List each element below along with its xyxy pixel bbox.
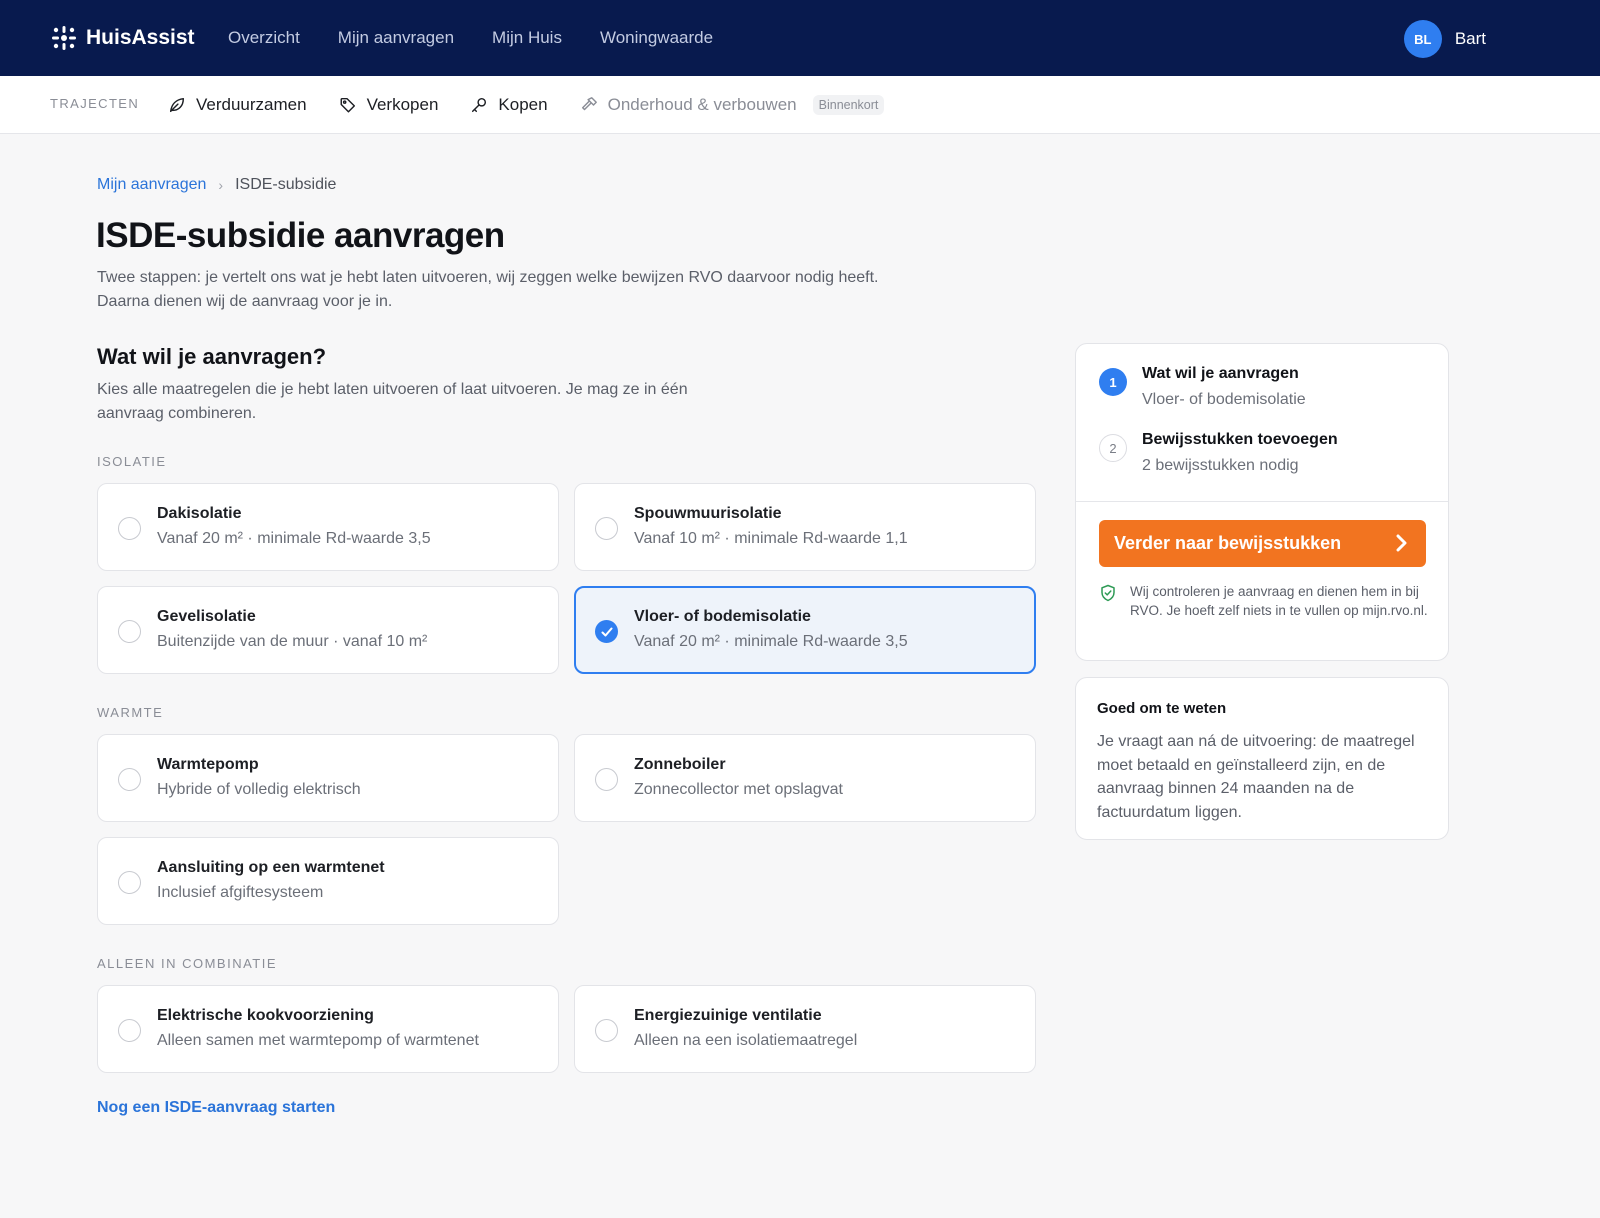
nav-link-mijn-huis[interactable]: Mijn Huis <box>492 28 562 48</box>
restart-request-link[interactable]: Nog een ISDE-aanvraag starten <box>97 1099 335 1117</box>
option-subtitle: Buitenzijde van de muur · vanaf 10 m² <box>157 633 428 650</box>
option-subtitle: Zonnecollector met opslagvat <box>634 781 843 798</box>
step-number: 1 <box>1099 368 1127 396</box>
traject-label: Onderhoud & verbouwen <box>607 95 797 114</box>
user-name: Bart <box>1454 29 1486 48</box>
page-title: ISDE-subsidie aanvragen <box>96 216 505 255</box>
leaf-icon <box>169 97 185 113</box>
option-subtitle: Vanaf 10 m² · minimale Rd-waarde 1,1 <box>634 530 908 547</box>
nav-link-mijn-aanvragen[interactable]: Mijn aanvragen <box>338 28 454 48</box>
option-gevelisolatie[interactable]: Gevelisolatie Buitenzijde van de muur · … <box>97 586 559 674</box>
group-label-isolatie: ISOLATIE <box>97 454 167 469</box>
avatar: BL <box>1403 20 1442 58</box>
section-title: Wat wil je aanvragen? <box>97 344 327 369</box>
checkbox[interactable] <box>118 871 141 894</box>
rvo-note-text: Wij controleren je aanvraag en dienen he… <box>1130 584 1428 618</box>
checkbox[interactable] <box>118 1019 141 1042</box>
option-subtitle: Inclusief afgiftesysteem <box>157 884 324 901</box>
step-subtitle: 2 bewijsstukken nodig <box>1142 457 1299 474</box>
group-label-warmte: WARMTE <box>97 705 164 720</box>
traject-verkopen[interactable]: Verkopen <box>339 95 439 115</box>
option-subtitle: Hybride of volledig elektrisch <box>157 781 361 798</box>
option-spouwmuurisolatie[interactable]: Spouwmuurisolatie Vanaf 10 m² · minimale… <box>574 483 1036 571</box>
chevron-right-icon: › <box>218 177 224 193</box>
traject-label: Kopen <box>498 95 548 114</box>
traject-label: Verkopen <box>366 95 439 114</box>
group-label-combinatie: ALLEEN IN COMBINATIE <box>97 956 278 971</box>
option-title: Aansluiting op een warmtenet <box>157 859 385 876</box>
divider <box>1076 501 1448 502</box>
top-navigation: HuisAssist Overzicht Mijn aanvragen Mijn… <box>0 0 1600 76</box>
brand-name: HuisAssist <box>86 26 195 49</box>
main-nav: Overzicht Mijn aanvragen Mijn Huis Wonin… <box>228 0 713 76</box>
info-title: Goed om te weten <box>1097 700 1227 717</box>
continue-button-label: Verder naar bewijsstukken <box>1114 533 1342 553</box>
option-title: Vloer- of bodemisolatie <box>634 608 811 625</box>
arrow-right-icon <box>1396 534 1407 552</box>
shield-check-icon <box>1101 584 1115 602</box>
breadcrumb-link-mijn-aanvragen[interactable]: Mijn aanvragen <box>97 176 206 194</box>
sparkle-logo-icon <box>52 26 76 50</box>
checkbox[interactable] <box>118 620 141 643</box>
option-subtitle: Alleen na een isolatiemaatregel <box>634 1032 858 1049</box>
tag-icon <box>340 97 355 113</box>
option-title: Gevelisolatie <box>157 608 256 625</box>
checkmark-icon <box>601 627 612 636</box>
option-subtitle: Alleen samen met warmtepomp of warmtenet <box>157 1032 479 1049</box>
traject-onderhoud: Onderhoud & verbouwen Binnenkort <box>580 95 885 115</box>
option-title: Dakisolatie <box>157 505 242 522</box>
step-number: 2 <box>1099 434 1127 462</box>
nav-link-woningwaarde[interactable]: Woningwaarde <box>600 28 713 48</box>
traject-label: Verduurzamen <box>196 95 307 114</box>
option-title: Warmtepomp <box>157 756 259 773</box>
checkbox[interactable] <box>595 517 618 540</box>
checkbox[interactable] <box>118 768 141 791</box>
option-title: Elektrische kookvoorziening <box>157 1007 374 1024</box>
traject-kopen[interactable]: Kopen <box>470 95 548 115</box>
traject-verduurzamen[interactable]: Verduurzamen <box>168 95 307 115</box>
option-warmtepomp[interactable]: Warmtepomp Hybride of volledig elektrisc… <box>97 734 559 822</box>
trajecten-label: TRAJECTEN <box>50 96 140 111</box>
breadcrumb: Mijn aanvragen › ISDE-subsidie <box>97 176 336 194</box>
option-dakisolatie[interactable]: Dakisolatie Vanaf 20 m² · minimale Rd-wa… <box>97 483 559 571</box>
user-menu[interactable]: BL Bart <box>1403 20 1486 58</box>
section-intro: Kies alle maatregelen die je hebt laten … <box>97 381 688 422</box>
option-vloerisolatie[interactable]: Vloer- of bodemisolatie Vanaf 20 m² · mi… <box>574 586 1036 674</box>
info-card: Goed om te weten Je vraagt aan ná de uit… <box>1075 677 1449 840</box>
step-title: Wat wil je aanvragen <box>1142 365 1299 382</box>
option-title: Energiezuinige ventilatie <box>634 1007 822 1024</box>
option-title: Zonneboiler <box>634 756 726 773</box>
coming-soon-badge: Binnenkort <box>812 95 885 115</box>
checkbox-checked[interactable] <box>595 620 618 643</box>
progress-panel: 1 Wat wil je aanvragen Vloer- of bodemis… <box>1075 343 1449 661</box>
trajecten-bar: TRAJECTEN Verduurzamen Verkopen Kopen On… <box>0 76 1600 134</box>
checkbox[interactable] <box>595 1019 618 1042</box>
nav-link-overzicht[interactable]: Overzicht <box>228 28 300 48</box>
option-kookvoorziening[interactable]: Elektrische kookvoorziening Alleen samen… <box>97 985 559 1073</box>
continue-button[interactable]: Verder naar bewijsstukken <box>1099 520 1426 567</box>
key-icon <box>472 97 487 113</box>
page-intro: Twee stappen: je vertelt ons wat je hebt… <box>97 269 879 310</box>
checkbox[interactable] <box>118 517 141 540</box>
option-title: Spouwmuurisolatie <box>634 505 782 522</box>
brand-logo[interactable]: HuisAssist <box>50 24 195 52</box>
breadcrumb-current: ISDE-subsidie <box>235 176 337 193</box>
step-subtitle: Vloer- of bodemisolatie <box>1142 391 1306 408</box>
option-subtitle: Vanaf 20 m² · minimale Rd-waarde 3,5 <box>157 530 431 547</box>
info-body: Je vraagt aan ná de uitvoering: de maatr… <box>1097 733 1415 821</box>
option-ventilatie[interactable]: Energiezuinige ventilatie Alleen na een … <box>574 985 1036 1073</box>
hammer-icon <box>581 97 597 111</box>
option-subtitle: Vanaf 20 m² · minimale Rd-waarde 3,5 <box>634 633 908 650</box>
option-zonneboiler[interactable]: Zonneboiler Zonnecollector met opslagvat <box>574 734 1036 822</box>
step-title: Bewijsstukken toevoegen <box>1142 431 1338 448</box>
checkbox[interactable] <box>595 768 618 791</box>
option-warmtenet[interactable]: Aansluiting op een warmtenet Inclusief a… <box>97 837 559 925</box>
